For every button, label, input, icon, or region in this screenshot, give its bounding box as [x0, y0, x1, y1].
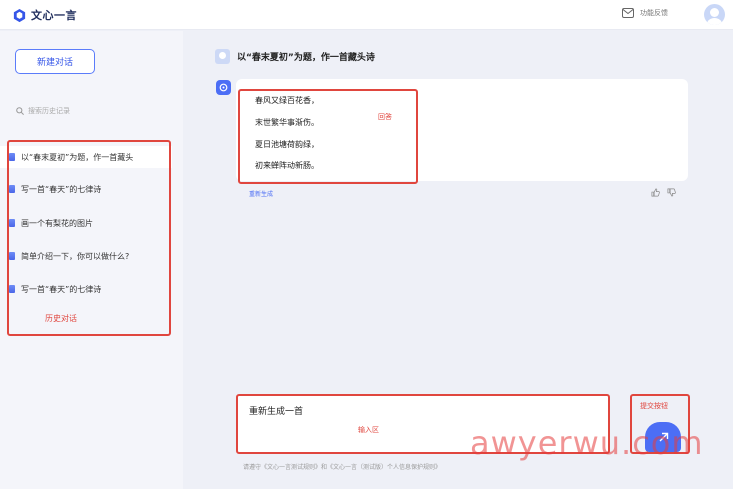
- bot-avatar-icon: [216, 80, 231, 95]
- new-chat-button[interactable]: 新建对话: [15, 49, 95, 74]
- feedback-thumbs: [651, 188, 676, 197]
- site-watermark: awyerwu.com: [470, 424, 704, 462]
- user-message-avatar: [215, 49, 230, 64]
- chat-main: 以“春末夏初”为题，作一首藏头诗 春风又绿百花香， 末世繁华事渐伤。 夏日池塘荷…: [183, 31, 733, 489]
- history-annotation: 历史对话: [45, 314, 77, 323]
- search-input[interactable]: [28, 107, 158, 115]
- thumbs-up-icon[interactable]: [651, 188, 660, 197]
- user-question: 以“春末夏初”为题，作一首藏头诗: [237, 53, 375, 63]
- message-input[interactable]: [249, 405, 589, 415]
- mail-icon: [622, 8, 634, 18]
- app-title: 文心一言: [31, 9, 77, 22]
- feedback-label: 功能反馈: [640, 9, 668, 17]
- top-bar: 文心一言 功能反馈: [0, 0, 733, 30]
- terms-footer: 请遵守《文心一言测试规则》和《文心一言（测试版）个人信息保护规则》: [243, 464, 442, 471]
- feedback-button[interactable]: 功能反馈: [622, 8, 668, 18]
- bot-logo-icon: [219, 83, 228, 92]
- search-icon: [16, 107, 24, 115]
- answer-line: 初来蝉阵动新肠。: [255, 161, 319, 170]
- answer-line: 夏日池塘荷韵绿，: [255, 140, 319, 149]
- logo-icon: [13, 8, 26, 22]
- answer-line: 春风又绿百花香，: [255, 96, 319, 105]
- user-message: 以“春末夏初”为题，作一首藏头诗: [215, 49, 375, 64]
- history-search[interactable]: [16, 107, 158, 115]
- user-avatar[interactable]: [704, 4, 725, 25]
- input-annotation: 输入区: [358, 426, 379, 434]
- thumbs-down-icon[interactable]: [667, 188, 676, 197]
- regenerate-button[interactable]: 重新生成: [249, 189, 273, 198]
- answer-line: 末世繁华事渐伤。: [255, 118, 319, 127]
- answer-annotation: 回答: [378, 113, 392, 121]
- app-logo[interactable]: 文心一言: [12, 7, 77, 23]
- sidebar: 新建对话 以“春末夏初”为题，作一首藏头 写一首“春天”的七律诗 画一个有梨花的…: [0, 31, 183, 489]
- send-annotation: 提交按钮: [640, 402, 668, 410]
- history-highlight-box: [7, 140, 171, 336]
